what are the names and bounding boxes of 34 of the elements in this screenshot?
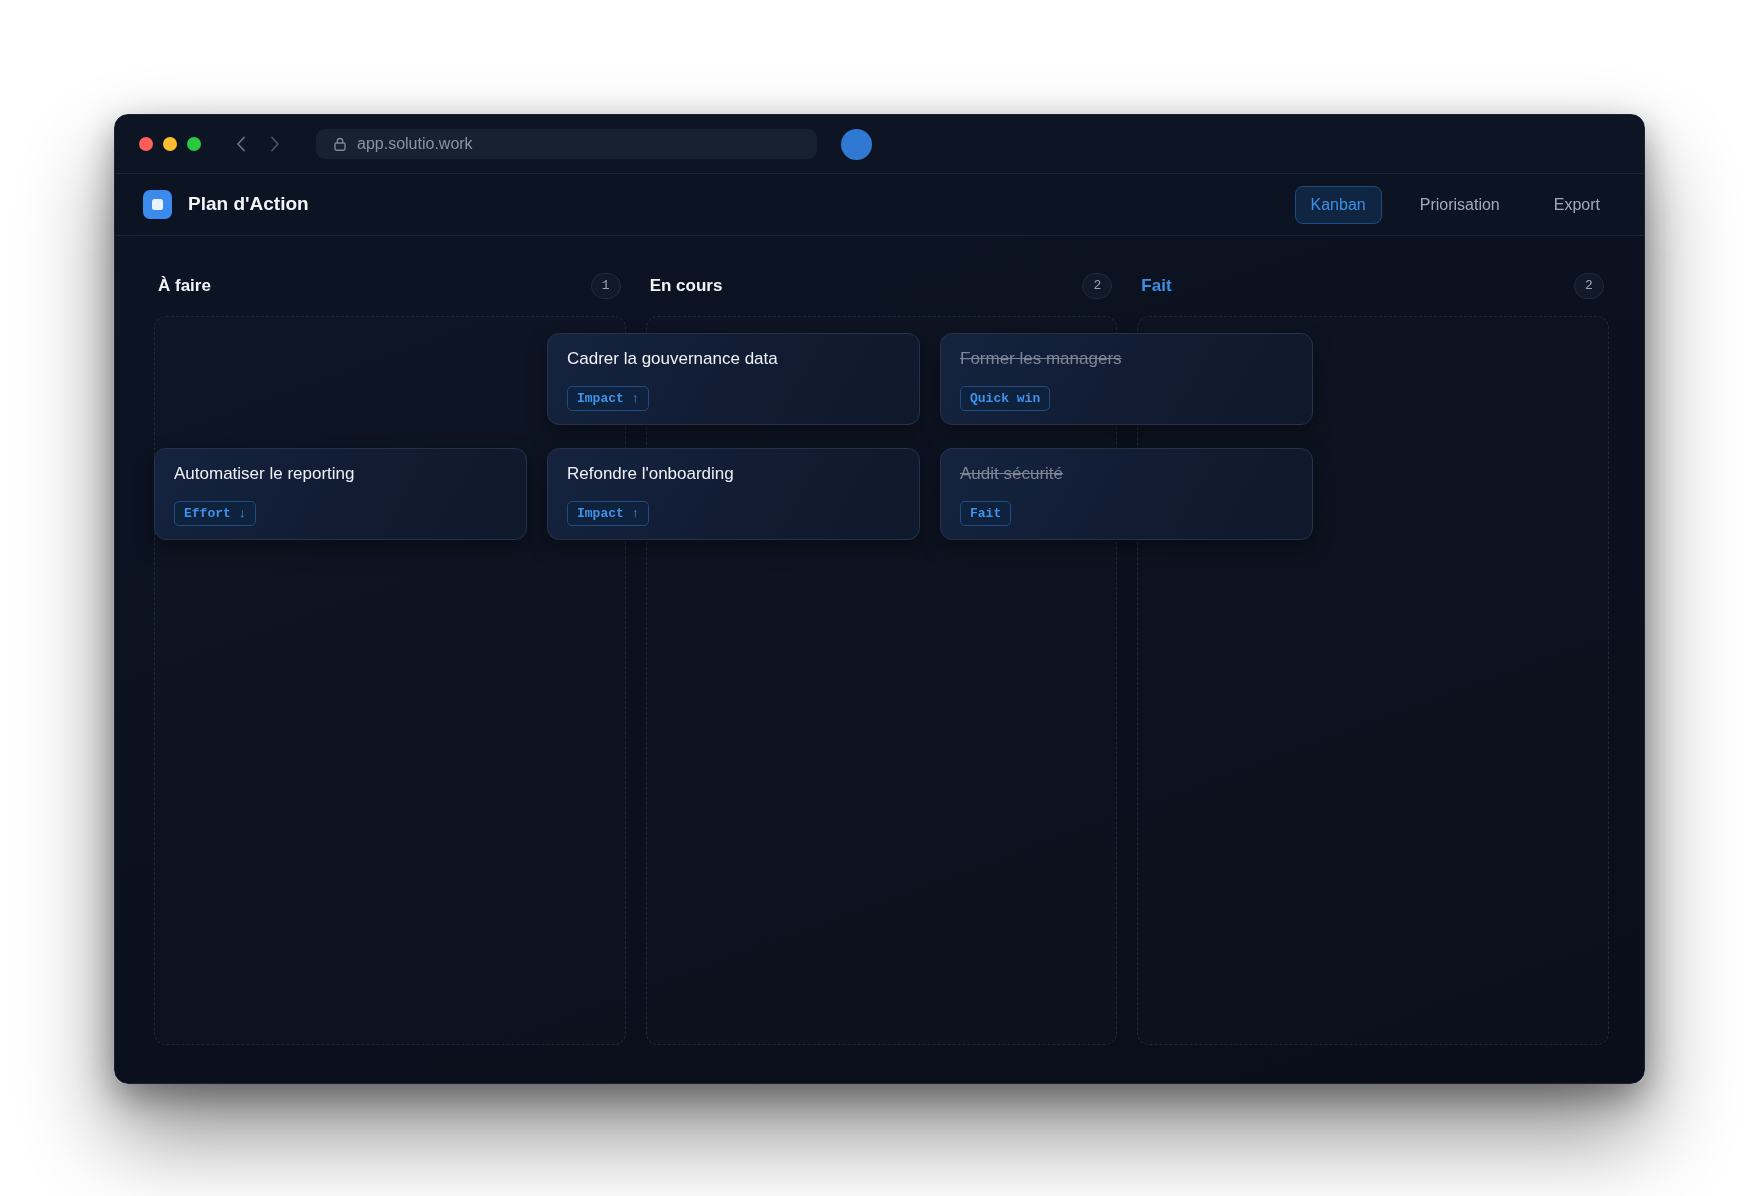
- column-title: À faire: [158, 275, 211, 298]
- priority-tag: Impact ↑: [567, 501, 650, 526]
- address-bar[interactable]: app.solutio.work: [316, 129, 817, 159]
- card-title: Cadrer la gouvernance data: [567, 348, 778, 370]
- app-logo-icon: [143, 190, 172, 219]
- task-card[interactable]: Refondre l'onboarding Impact ↑: [547, 448, 920, 540]
- column-count: 2: [1574, 273, 1604, 299]
- nav-tab[interactable]: Export: [1537, 185, 1616, 224]
- lock-icon: [334, 137, 346, 151]
- column-title: En cours: [649, 275, 723, 298]
- priority-tag: Impact ↑: [567, 386, 650, 411]
- priority-tag: Fait: [960, 501, 1012, 526]
- window-maximize-icon[interactable]: [187, 137, 201, 151]
- card-title: Audit sécurité: [960, 463, 1063, 485]
- back-chevron-icon[interactable]: [236, 136, 246, 152]
- column-title: Fait: [1141, 275, 1172, 298]
- card-title: Refondre l'onboarding: [567, 463, 734, 485]
- column-count: 2: [1082, 273, 1113, 299]
- nav-tab[interactable]: Kanban: [1294, 185, 1382, 224]
- priority-tag: Quick win: [960, 386, 1051, 411]
- url-text: app.solutio.work: [357, 134, 473, 154]
- task-card[interactable]: Automatiser le reporting Effort ↓: [154, 448, 527, 540]
- avatar-icon[interactable]: [841, 128, 872, 160]
- app-title: Plan d'Action: [188, 192, 309, 217]
- card-title: Former les managers: [960, 348, 1122, 370]
- priority-tag: Effort ↓: [174, 501, 257, 526]
- task-card[interactable]: Audit sécurité Fait: [940, 448, 1313, 540]
- nav-tab[interactable]: Priorisation: [1403, 185, 1516, 224]
- card-title: Automatiser le reporting: [174, 463, 355, 485]
- task-card[interactable]: Former les managers Quick win: [940, 333, 1313, 425]
- column-count: 1: [590, 273, 621, 299]
- window-close-icon[interactable]: [139, 137, 153, 151]
- task-card[interactable]: Cadrer la gouvernance data Impact ↑: [547, 333, 920, 425]
- window-minimize-icon[interactable]: [163, 137, 177, 151]
